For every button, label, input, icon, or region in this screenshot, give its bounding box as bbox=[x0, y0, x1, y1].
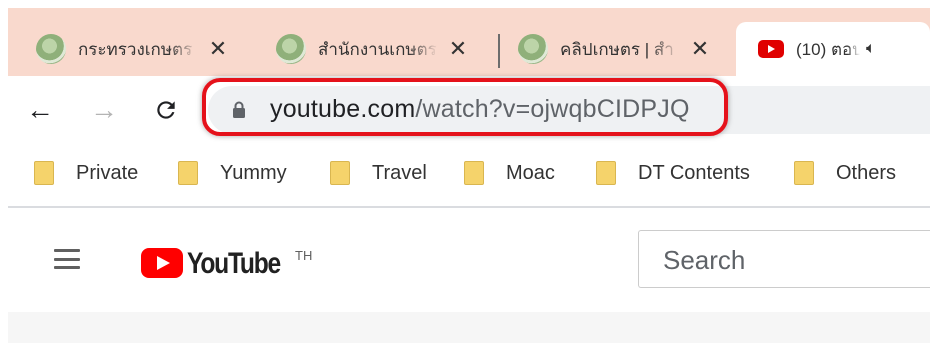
browser-toolbar: ← → youtube.com/watch?v=ojwqbCIDPJQ bbox=[8, 76, 930, 148]
search-input[interactable]: Search bbox=[638, 230, 930, 288]
close-icon[interactable]: ✕ bbox=[446, 36, 470, 62]
folder-icon bbox=[330, 161, 350, 185]
bookmark-travel[interactable]: Travel bbox=[330, 158, 427, 188]
tab-strip: กระทรวงเกษตร ✕ สำนักงานเกษตร ✕ คลิปเกษตร… bbox=[8, 8, 930, 78]
tab-title: สำนักงานเกษตร bbox=[318, 39, 437, 59]
close-icon[interactable]: ✕ bbox=[688, 36, 712, 62]
bookmark-label: Others bbox=[836, 161, 897, 184]
audio-playing-icon[interactable]: 🔈︎ bbox=[866, 40, 876, 58]
bookmark-moac[interactable]: Moac bbox=[464, 158, 555, 188]
reload-icon bbox=[157, 101, 175, 119]
youtube-wordmark: YouTube bbox=[187, 247, 281, 280]
bookmark-yummy[interactable]: Yummy bbox=[178, 158, 287, 188]
bookmark-others[interactable]: Others bbox=[794, 158, 896, 188]
youtube-logo[interactable]: YouTube TH bbox=[141, 244, 312, 284]
back-button[interactable]: ← bbox=[22, 92, 58, 128]
reload-button[interactable] bbox=[148, 92, 184, 128]
bookmark-label: DT Contents bbox=[638, 161, 750, 184]
tab-youtube-active[interactable]: (10) ตอบ 🔈︎ bbox=[736, 22, 930, 76]
menu-icon[interactable] bbox=[54, 249, 80, 269]
youtube-play-icon bbox=[141, 248, 183, 278]
tab-title: คลิปเกษตร | สำ bbox=[560, 39, 674, 59]
folder-icon bbox=[34, 161, 54, 185]
toolbar-divider bbox=[8, 206, 930, 208]
folder-icon bbox=[178, 161, 198, 185]
search-placeholder: Search bbox=[663, 245, 746, 275]
youtube-favicon-icon bbox=[758, 40, 784, 58]
tab-ministry[interactable]: กระทรวงเกษตร ✕ bbox=[8, 22, 230, 76]
site-favicon-icon bbox=[276, 34, 306, 64]
address-highlight-annotation bbox=[202, 78, 728, 136]
bookmark-label: Yummy bbox=[220, 161, 287, 184]
bookmark-label: Travel bbox=[372, 161, 427, 184]
bookmark-dt-contents[interactable]: DT Contents bbox=[596, 158, 750, 188]
tab-clips[interactable]: คลิปเกษตร | สำ ✕ bbox=[490, 22, 712, 76]
bookmark-label: Private bbox=[76, 161, 139, 184]
bookmarks-bar: Private Yummy Travel Moac DT Contents Ot… bbox=[8, 150, 930, 198]
tab-title: (10) ตอบ bbox=[796, 39, 860, 59]
folder-icon bbox=[794, 161, 814, 185]
site-favicon-icon bbox=[36, 34, 66, 64]
folder-icon bbox=[464, 161, 484, 185]
close-icon[interactable]: ✕ bbox=[206, 36, 230, 62]
bookmark-private[interactable]: Private bbox=[34, 158, 138, 188]
forward-button[interactable]: → bbox=[86, 92, 122, 128]
tab-office[interactable]: สำนักงานเกษตร ✕ bbox=[248, 22, 470, 76]
site-favicon-icon bbox=[518, 34, 548, 64]
bookmark-label: Moac bbox=[506, 161, 555, 184]
folder-icon bbox=[596, 161, 616, 185]
tab-title: กระทรวงเกษตร bbox=[78, 39, 193, 59]
browser-window: กระทรวงเกษตร ✕ สำนักงานเกษตร ✕ คลิปเกษตร… bbox=[8, 8, 930, 343]
region-code: TH bbox=[295, 248, 313, 263]
page-content-area bbox=[8, 312, 930, 343]
